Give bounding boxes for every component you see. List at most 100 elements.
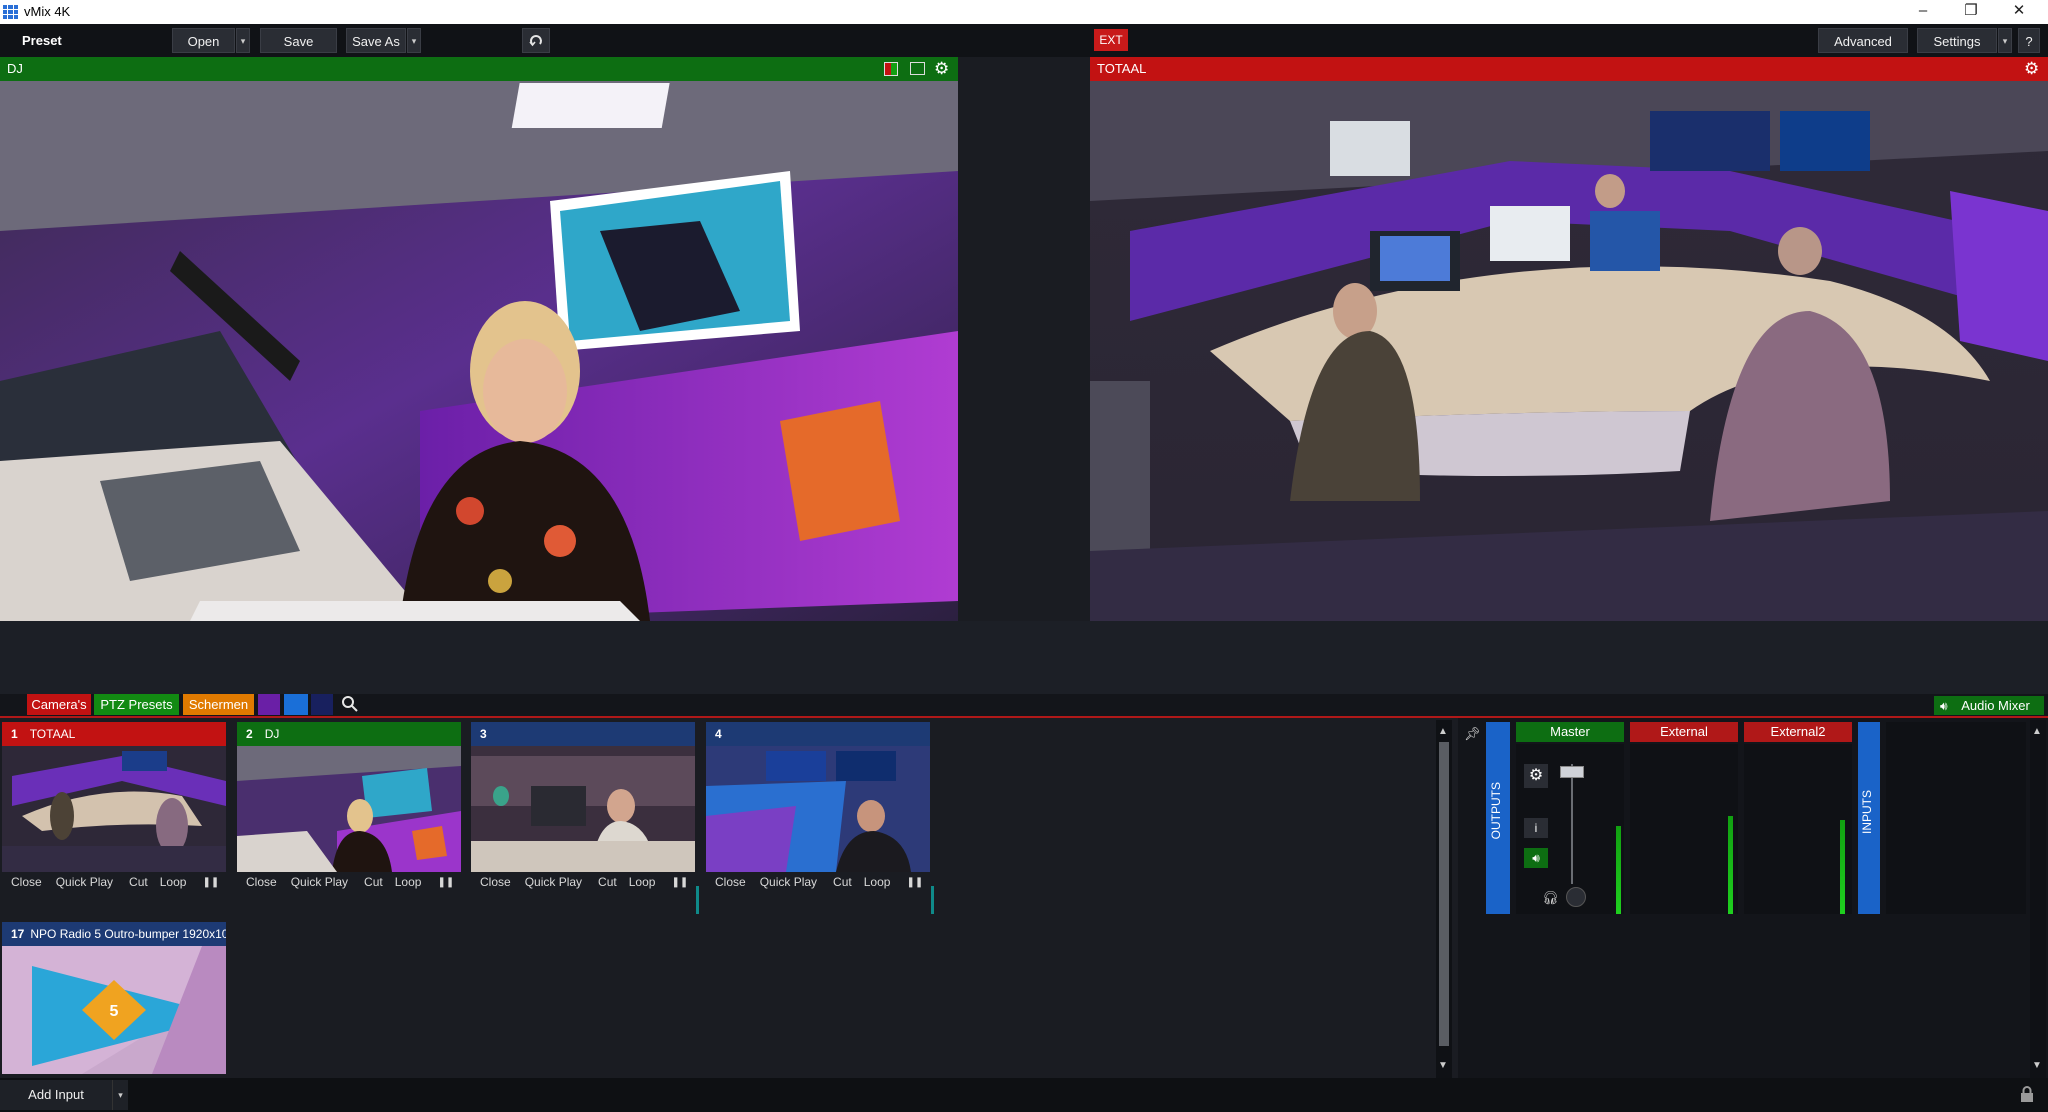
cut-button[interactable]: Cut — [833, 875, 852, 889]
loop-button[interactable]: Loop — [395, 875, 422, 889]
input-4-header[interactable]: 4 — [706, 722, 930, 746]
pause-icon[interactable]: ❚❚ — [671, 877, 688, 888]
input-2[interactable]: 2 DJ Close Quick Play Cut Loop ❚❚ — [237, 722, 461, 892]
pause-icon[interactable]: ❚❚ — [202, 877, 219, 888]
lock-icon[interactable] — [2020, 1086, 2034, 1105]
master-level-meter — [1616, 826, 1621, 914]
quick-play-button[interactable]: Quick Play — [760, 875, 817, 889]
close-button[interactable]: Close — [11, 875, 42, 889]
help-button[interactable]: ? — [2018, 28, 2040, 53]
input-1-header[interactable]: 1 TOTAAL — [2, 722, 226, 746]
outputs-bar[interactable]: OUTPUTS — [1486, 722, 1510, 914]
loop-button[interactable]: Loop — [160, 875, 187, 889]
mixer-scroll-down-icon[interactable]: ▼ — [2032, 1060, 2042, 1071]
master-info-button[interactable]: i — [1524, 818, 1548, 838]
input-2-thumbnail[interactable] — [237, 746, 461, 872]
refresh-button[interactable] — [522, 28, 550, 53]
external2-level-meter — [1840, 820, 1845, 914]
tab-ptz-presets[interactable]: PTZ Presets — [94, 694, 179, 715]
tab-purple[interactable] — [258, 694, 280, 715]
input-2-header[interactable]: 2 DJ — [237, 722, 461, 746]
minimize-button[interactable]: – — [1900, 0, 1946, 24]
external-header[interactable]: External — [1630, 722, 1738, 742]
audio-mixer-tab[interactable]: 🔊︎ Audio Mixer — [1934, 696, 2044, 715]
input-4-thumbnail[interactable] — [706, 746, 930, 872]
ext-badge[interactable]: EXT — [1094, 29, 1128, 51]
mixer-scrollbar[interactable]: ▲ ▼ — [2030, 720, 2046, 1078]
input-name: TOTAAL — [29, 727, 76, 741]
window-titlebar: vMix 4K – ❐ ✕ — [0, 0, 2048, 24]
preset-label: Preset — [22, 33, 62, 48]
input-number: 3 — [480, 727, 487, 741]
master-speaker-icon[interactable]: 🔊︎ — [1524, 848, 1548, 868]
pause-icon[interactable]: ❚❚ — [906, 877, 923, 888]
close-button[interactable]: Close — [480, 875, 511, 889]
workspace-gap — [0, 621, 2048, 694]
close-button[interactable]: Close — [246, 875, 277, 889]
layout-toggle-icon[interactable] — [884, 62, 898, 76]
inputs-scrollbar[interactable]: ▲ ▼ — [1436, 720, 1452, 1078]
fullscreen-icon[interactable] — [910, 62, 925, 75]
input-1-controls: Close Quick Play Cut Loop ❚❚ — [2, 872, 226, 892]
input-1-thumbnail[interactable] — [2, 746, 226, 872]
open-button[interactable]: Open — [172, 28, 235, 53]
input-17-thumbnail[interactable]: 5 — [2, 946, 226, 1074]
restore-button[interactable]: ❐ — [1948, 0, 1994, 24]
tab-navy[interactable] — [311, 694, 333, 715]
input-3-thumbnail[interactable] — [471, 746, 695, 872]
input-17-header[interactable]: 17 NPO Radio 5 Outro-bumper 1920x1080 — [2, 922, 226, 946]
cut-button[interactable]: Cut — [129, 875, 148, 889]
outputs-label: OUTPUTS — [1489, 782, 1503, 840]
master-settings-gear-icon[interactable]: ⚙ — [1524, 764, 1548, 788]
save-as-dropdown-button[interactable]: ▾ — [407, 28, 421, 53]
preview-gear-icon[interactable]: ⚙ — [934, 57, 949, 81]
scroll-up-icon[interactable]: ▲ — [1438, 726, 1448, 737]
quick-play-button[interactable]: Quick Play — [525, 875, 582, 889]
close-button[interactable]: Close — [715, 875, 746, 889]
input-17[interactable]: 17 NPO Radio 5 Outro-bumper 1920x1080 5 — [2, 922, 226, 1074]
master-fader-handle[interactable] — [1560, 766, 1584, 778]
external2-header[interactable]: External2 — [1744, 722, 1852, 742]
advanced-button[interactable]: Advanced — [1818, 28, 1908, 53]
master-strip: ⚙ i 🔊︎ 🎧︎ — [1516, 744, 1624, 914]
add-input-dropdown-button[interactable]: ▾ — [112, 1080, 128, 1110]
close-window-button[interactable]: ✕ — [1996, 0, 2042, 24]
output-gear-icon[interactable]: ⚙ — [2024, 57, 2039, 81]
pause-icon[interactable]: ❚❚ — [437, 877, 454, 888]
input-3-header[interactable]: 3 — [471, 722, 695, 746]
save-button[interactable]: Save — [260, 28, 337, 53]
search-icon[interactable] — [341, 695, 359, 718]
tab-blue[interactable] — [284, 694, 308, 715]
settings-button[interactable]: Settings — [1917, 28, 1997, 53]
quick-play-button[interactable]: Quick Play — [56, 875, 113, 889]
add-input-button[interactable]: Add Input — [0, 1080, 112, 1110]
settings-dropdown-button[interactable]: ▾ — [1998, 28, 2012, 53]
inputs-bar[interactable]: INPUTS — [1858, 722, 1880, 914]
master-balance-knob[interactable] — [1566, 887, 1586, 907]
external-level-meter — [1728, 816, 1733, 914]
quick-play-button[interactable]: Quick Play — [291, 875, 348, 889]
input-3[interactable]: 3 Close Quick Play Cut Loop ❚❚ — [471, 722, 695, 892]
inputs-label: INPUTS — [1860, 790, 1874, 835]
loop-button[interactable]: Loop — [864, 875, 891, 889]
scroll-down-icon[interactable]: ▼ — [1438, 1060, 1448, 1071]
cut-button[interactable]: Cut — [364, 875, 383, 889]
headphones-icon[interactable]: 🎧︎ — [1542, 890, 1559, 906]
open-dropdown-button[interactable]: ▾ — [236, 28, 250, 53]
tab-cameras[interactable]: Camera's — [27, 694, 91, 715]
input-4[interactable]: 4 Close Quick Play Cut Loop ❚❚ — [706, 722, 930, 892]
scroll-thumb[interactable] — [1439, 742, 1449, 1046]
input-1[interactable]: 1 TOTAAL Close Quick Play Cut Loop ❚❚ — [2, 722, 226, 892]
svg-text:5: 5 — [110, 1003, 119, 1020]
refresh-icon — [529, 35, 542, 47]
cut-button[interactable]: Cut — [598, 875, 617, 889]
input-name: DJ — [264, 727, 280, 741]
dj-camera-image — [0, 81, 958, 621]
mixer-scroll-up-icon[interactable]: ▲ — [2032, 726, 2042, 737]
input-number: 1 — [11, 727, 18, 741]
master-header[interactable]: Master — [1516, 722, 1624, 742]
tab-schermen[interactable]: Schermen — [183, 694, 254, 715]
pin-icon[interactable]: 📌︎ — [1464, 726, 1481, 742]
loop-button[interactable]: Loop — [629, 875, 656, 889]
save-as-button[interactable]: Save As — [346, 28, 406, 53]
